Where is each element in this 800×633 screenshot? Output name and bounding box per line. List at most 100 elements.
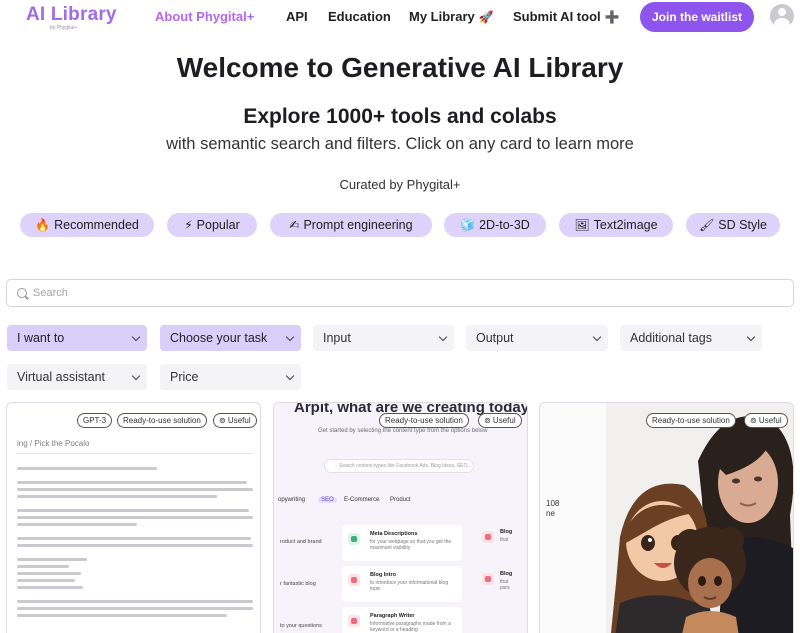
preview-tab: opywriting — [278, 497, 306, 503]
chevron-down-icon — [131, 332, 141, 342]
chip-prompt-engineering[interactable]: ✍ Prompt engineering — [270, 213, 432, 237]
text-line — [17, 537, 251, 540]
nav-my-library[interactable]: My Library 🚀 — [409, 9, 494, 24]
filter-label: Price — [170, 370, 199, 384]
logo-subtitle: by Phygital+ — [50, 25, 78, 31]
filter-input[interactable]: Input — [313, 325, 454, 351]
item-icon — [482, 531, 494, 543]
text-line — [17, 607, 253, 610]
chip-label: Popular — [196, 218, 240, 232]
chip-sd-style[interactable]: 🖌 SD Style — [686, 213, 780, 237]
nav-label: API — [286, 9, 308, 24]
item-icon — [348, 574, 360, 586]
tool-card[interactable]: ing / Pick the Pocalo GPT-3 Ready-to-use… — [6, 402, 261, 633]
item-title: Blog — [500, 571, 513, 577]
filter-label: Additional tags — [630, 331, 713, 345]
avatar-head — [778, 8, 786, 16]
text-line — [17, 579, 75, 582]
filter-virtual-assistant[interactable]: Virtual assistant — [7, 364, 147, 390]
rocket-icon: 🚀 — [478, 10, 494, 24]
search-icon — [17, 288, 27, 298]
card-preview-text-column: 108 ne — [540, 403, 606, 633]
user-avatar[interactable] — [770, 4, 794, 28]
card-preview: ing / Pick the Pocalo — [11, 425, 259, 633]
chip-text2image[interactable]: 🖼 Text2image — [559, 213, 673, 237]
card-preview: Arpit, what are we creating today? Get s… — [274, 403, 527, 633]
filter-i-want-to[interactable]: I want to — [7, 325, 147, 351]
chevron-down-icon — [285, 332, 295, 342]
writing-hand-icon: ✍ — [289, 218, 300, 232]
brush-icon: 🖌 — [699, 218, 715, 232]
item-icon — [348, 615, 360, 627]
chevron-down-icon — [438, 332, 448, 342]
plus-icon: ➕ — [604, 10, 620, 24]
chip-label: SD Style — [718, 218, 767, 232]
text-line — [17, 481, 247, 484]
badge-gpt3: GPT-3 — [77, 413, 113, 428]
badge-ready-to-use: Ready-to-use solution — [117, 413, 207, 428]
preview-tab: Product — [390, 497, 411, 503]
filter-label: Virtual assistant — [17, 370, 106, 384]
tool-card[interactable]: 108 ne Ready-to-use solution ⊚ Useful — [539, 402, 794, 633]
badge-useful: ⊚ Useful — [213, 413, 257, 428]
badge-ready-to-use: Ready-to-use solution — [646, 413, 736, 428]
preview-item: Blog Intro to introduce your information… — [342, 566, 462, 602]
preview-search: Search content types like Facebook Ads, … — [324, 459, 474, 473]
nav-submit-ai-tool[interactable]: Submit AI tool ➕ — [513, 9, 620, 24]
logo[interactable]: AI Library by Phygital+ — [26, 4, 117, 31]
cube-icon: 🧊 — [460, 218, 476, 232]
picture-icon: 🖼 — [574, 218, 590, 232]
text-line — [17, 558, 87, 561]
text-line — [17, 488, 253, 491]
text-line — [17, 544, 253, 547]
tool-card[interactable]: Arpit, what are we creating today? Get s… — [273, 402, 528, 633]
preview-side-text: to your questions — [280, 623, 322, 629]
chip-label: Text2image — [593, 218, 658, 232]
text-line — [17, 516, 253, 519]
preview-text: ne — [546, 509, 555, 518]
preview-item: Blog that — [482, 527, 512, 559]
preview-side-text: r fantastic blog — [280, 581, 316, 587]
page-description: with semantic search and filters. Click … — [166, 135, 634, 153]
page-title: Welcome to Generative AI Library — [176, 52, 624, 83]
filter-label: Choose your task — [170, 331, 268, 345]
text-line — [17, 523, 137, 526]
avatar-body — [774, 18, 790, 28]
filter-output[interactable]: Output — [466, 325, 608, 351]
filter-additional-tags[interactable]: Additional tags — [620, 325, 762, 351]
text-line — [17, 509, 249, 512]
item-title: Meta Descriptions — [370, 531, 418, 537]
filter-choose-your-task[interactable]: Choose your task — [160, 325, 301, 351]
search-input[interactable] — [33, 280, 773, 306]
badge-useful: ⊚ Useful — [744, 413, 788, 428]
nav-label: Education — [328, 9, 391, 24]
item-desc: Informative paragraphs made from a keywo… — [370, 621, 451, 633]
text-line — [17, 495, 217, 498]
item-title: Paragraph Writer — [370, 613, 415, 619]
preview-line: Get started by selecting the content typ… — [318, 428, 488, 434]
chip-recommended[interactable]: 🔥 Recommended — [20, 213, 154, 237]
page-subtitle: Explore 1000+ tools and colabs — [243, 105, 557, 128]
filter-label: Output — [476, 331, 514, 345]
search-bar — [6, 279, 794, 307]
fire-icon: 🔥 — [35, 218, 51, 232]
top-nav: AI Library by Phygital+ About Phygital+ … — [0, 0, 800, 36]
chip-2d-to-3d[interactable]: 🧊 2D-to-3D — [444, 213, 546, 237]
badge-ready-to-use: Ready-to-use solution — [379, 413, 469, 428]
filter-price[interactable]: Price — [160, 364, 301, 390]
nav-about-phygital[interactable]: About Phygital+ — [155, 9, 254, 24]
text-line — [17, 467, 157, 470]
nav-api[interactable]: API — [286, 9, 308, 24]
chip-label: 2D-to-3D — [479, 218, 530, 232]
preview-side-text: roduct and brand — [280, 539, 322, 545]
item-desc: that pars — [500, 579, 510, 591]
filter-label: Input — [323, 331, 351, 345]
filter-label: I want to — [17, 331, 65, 345]
chip-label: Prompt engineering — [303, 218, 413, 232]
chip-popular[interactable]: ⚡ Popular — [167, 213, 257, 237]
join-waitlist-button[interactable]: Join the waitlist — [640, 2, 754, 32]
nav-education[interactable]: Education — [328, 9, 391, 24]
item-desc: for your webpage so that you get the max… — [370, 539, 452, 551]
text-line — [17, 600, 253, 603]
divider — [17, 453, 253, 454]
